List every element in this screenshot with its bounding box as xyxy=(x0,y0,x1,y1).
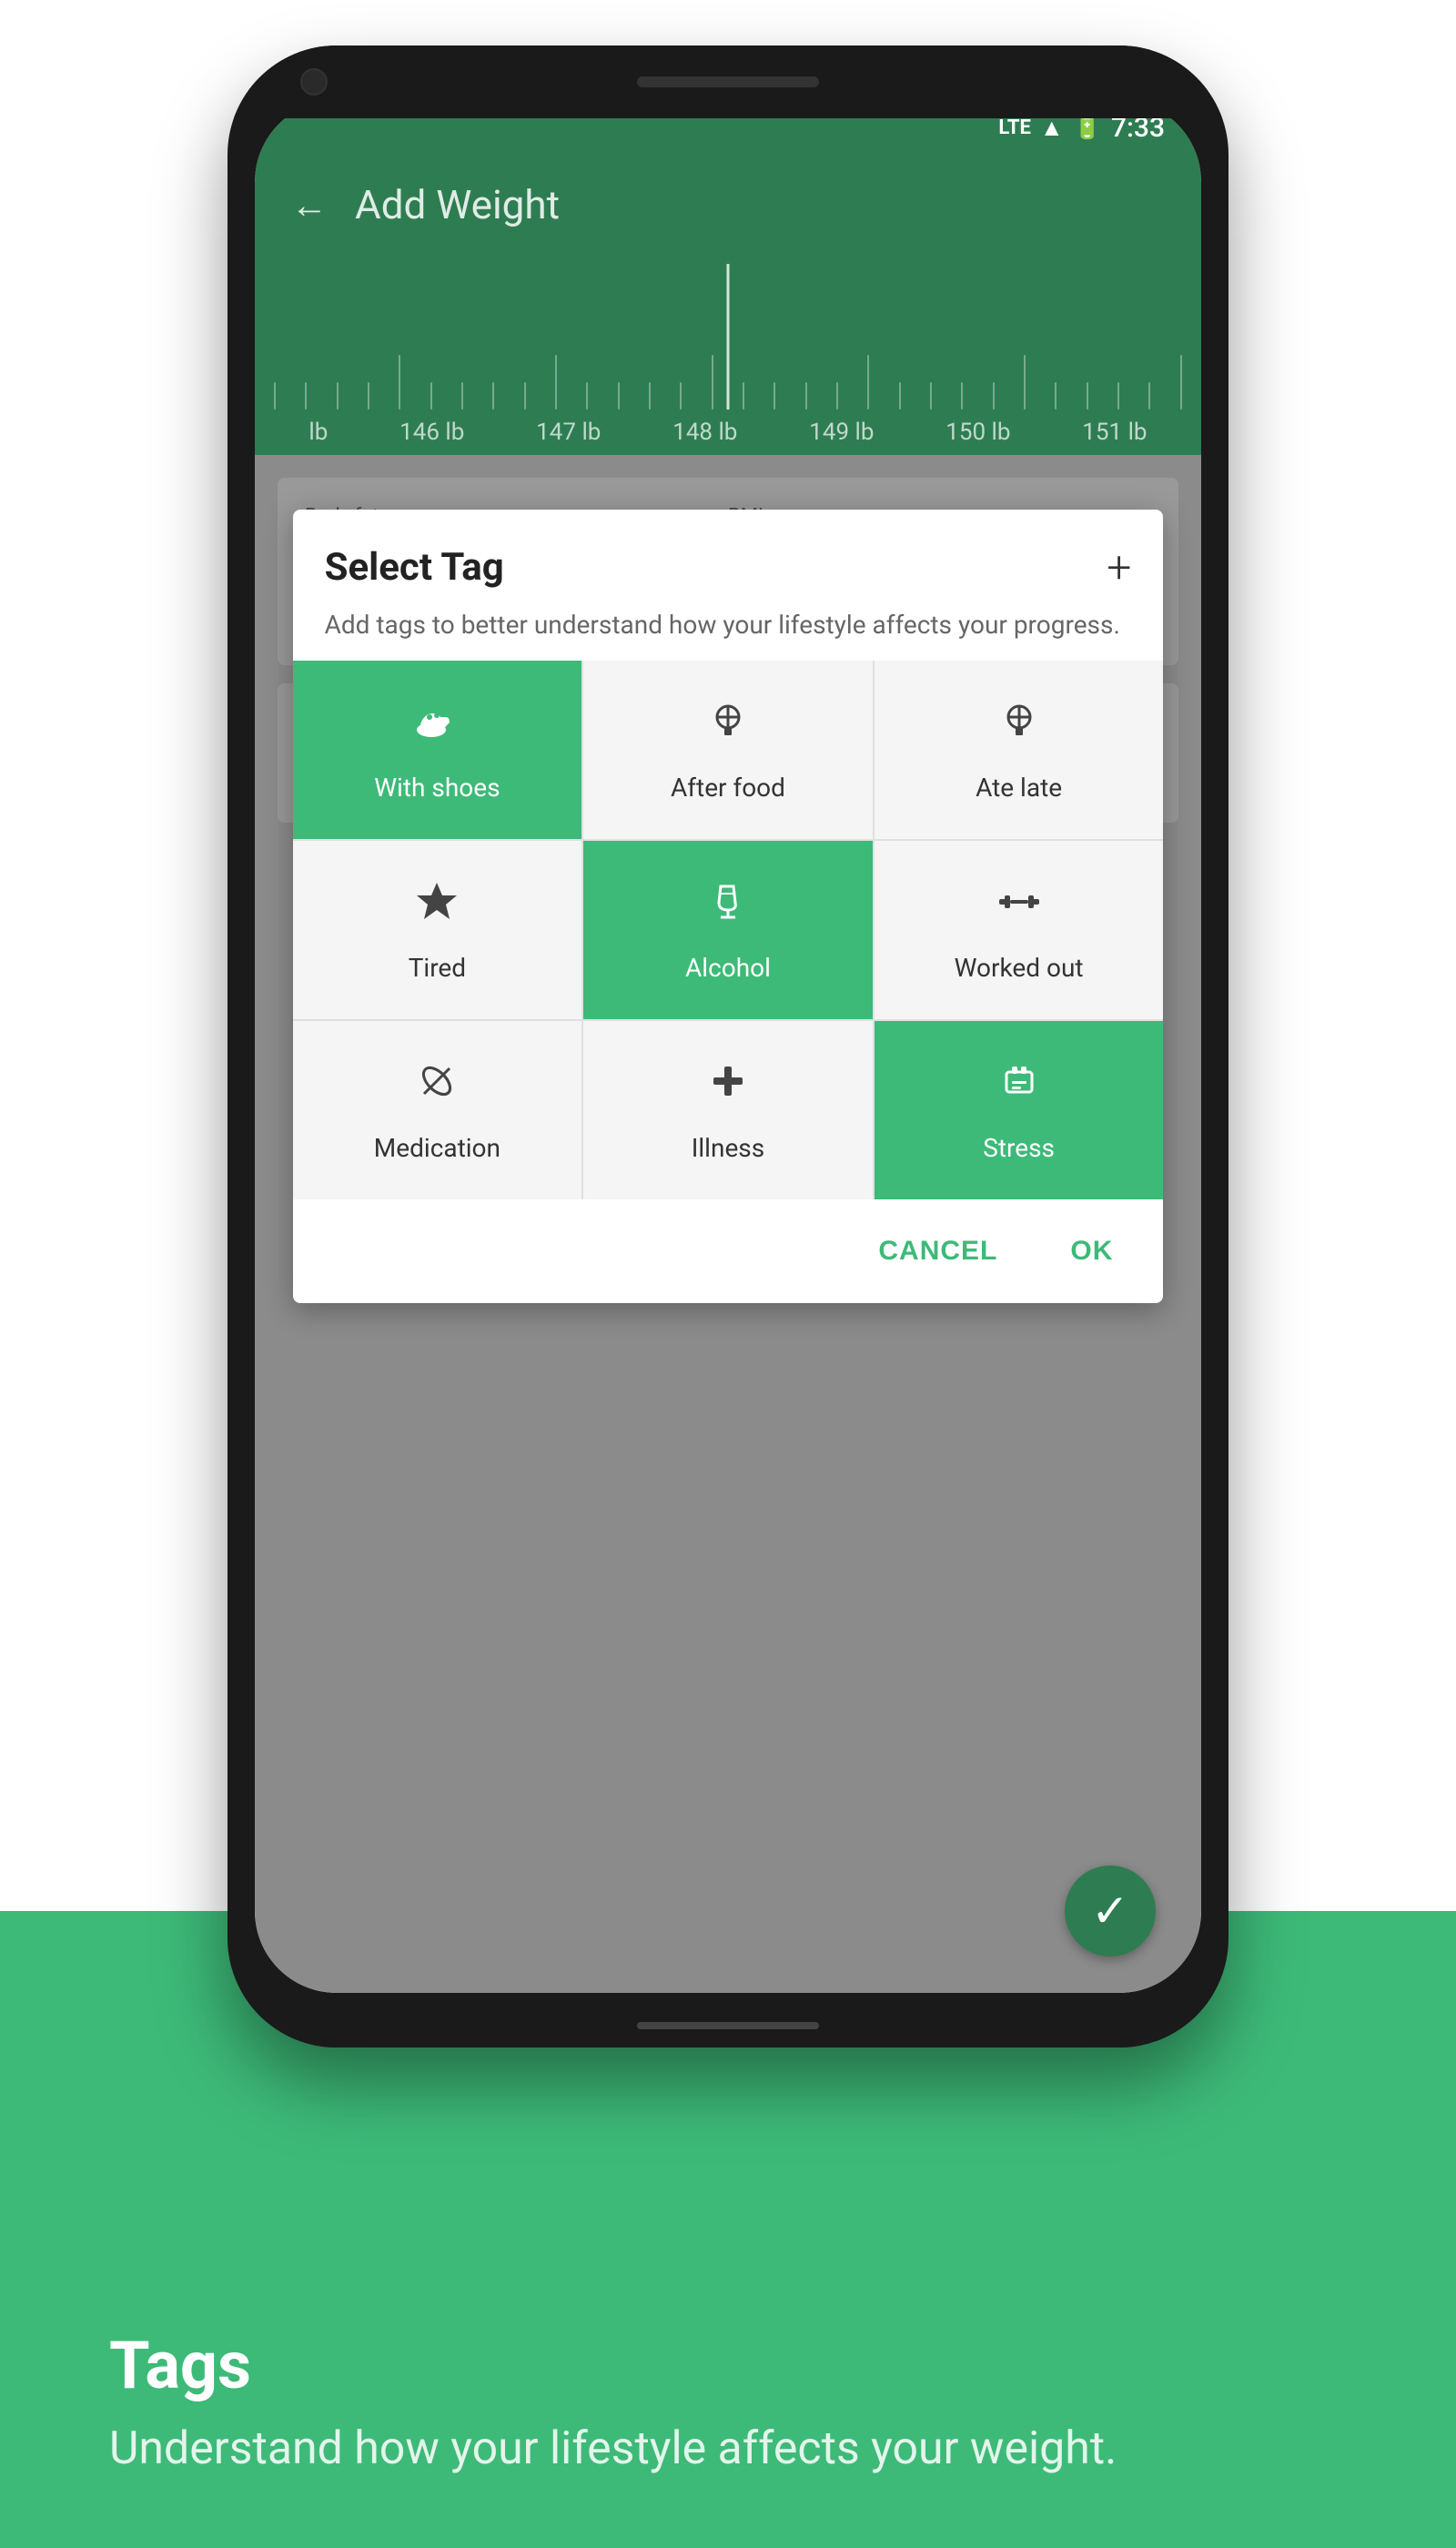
ruler-lines xyxy=(255,264,1201,410)
dialog-title-row: Select Tag + xyxy=(325,541,1132,593)
medication-icon xyxy=(413,1057,460,1117)
phone-container: LTE ▲ 🔋 7:33 ← Add Weight xyxy=(228,46,1228,2048)
phone-screen: LTE ▲ 🔋 7:33 ← Add Weight xyxy=(255,100,1201,1993)
illness-icon xyxy=(704,1057,752,1117)
bottom-text-container: Tags Understand how your lifestyle affec… xyxy=(109,2327,1117,2475)
ruler-tick xyxy=(461,382,463,410)
worked-out-icon xyxy=(996,877,1043,936)
bottom-section-title: Tags xyxy=(109,2327,1117,2404)
ruler-tick xyxy=(774,382,775,410)
tired-icon xyxy=(413,877,460,936)
phone-top-bar xyxy=(228,46,1228,118)
phone-body: LTE ▲ 🔋 7:33 ← Add Weight xyxy=(228,46,1228,2048)
weight-ruler-area[interactable]: lb 146 lb 147 lb 148 lb 149 lb 150 lb 15… xyxy=(255,255,1201,455)
ruler-tick xyxy=(649,382,651,410)
ruler-tick xyxy=(1180,355,1182,410)
ruler-tick xyxy=(1024,355,1026,410)
ruler-label-4: 149 lb xyxy=(809,419,874,446)
tag-ate-late[interactable]: Ate late xyxy=(875,661,1164,839)
ruler-tick xyxy=(805,382,807,410)
phone-speaker xyxy=(637,76,819,87)
ruler-tick xyxy=(1148,382,1150,410)
ruler-tick xyxy=(1087,382,1088,410)
tag-tired[interactable]: Tired xyxy=(293,841,582,1019)
ruler-tick xyxy=(524,382,526,410)
fab-check-icon: ✓ xyxy=(1091,1885,1129,1938)
dialog-title: Select Tag xyxy=(325,545,504,590)
tag-stress-label: Stress xyxy=(983,1133,1055,1163)
shoes-icon xyxy=(413,697,460,756)
tag-illness-label: Illness xyxy=(692,1133,764,1163)
ruler-label-2: 147 lb xyxy=(536,419,601,446)
back-button[interactable]: ← xyxy=(291,184,328,227)
dialog-overlay: Select Tag + Add tags to better understa… xyxy=(255,455,1201,1993)
tag-after-food-label: After food xyxy=(671,773,785,803)
add-tag-button[interactable]: + xyxy=(1107,541,1131,593)
ruler-tick xyxy=(368,382,369,410)
tag-alcohol[interactable]: Alcohol xyxy=(583,841,873,1019)
tag-worked-out-label: Worked out xyxy=(955,953,1084,983)
page-title: Add Weight xyxy=(355,181,560,228)
ruler-label-5: 150 lb xyxy=(945,419,1010,446)
tag-medication-label: Medication xyxy=(374,1133,500,1163)
ruler-tick xyxy=(961,382,963,410)
tag-tired-label: Tired xyxy=(409,953,466,983)
ruler-tick xyxy=(1117,382,1119,410)
after-food-icon xyxy=(704,697,752,756)
ruler-labels: lb 146 lb 147 lb 148 lb 149 lb 150 lb 15… xyxy=(255,419,1201,446)
cancel-button[interactable]: CANCEL xyxy=(860,1227,1016,1276)
ruler-tick xyxy=(492,382,494,410)
page-wrapper: Tags Understand how your lifestyle affec… xyxy=(0,0,1456,2548)
tag-ate-late-label: Ate late xyxy=(976,773,1062,803)
select-tag-dialog: Select Tag + Add tags to better understa… xyxy=(293,510,1164,1303)
ruler-tick xyxy=(430,382,432,410)
phone-camera xyxy=(300,68,328,96)
phone-bottom-bar xyxy=(228,1993,1228,2048)
ruler-tick xyxy=(836,382,838,410)
tag-with-shoes[interactable]: With shoes xyxy=(293,661,582,839)
tag-worked-out[interactable]: Worked out xyxy=(875,841,1164,1019)
tag-medication[interactable]: Medication xyxy=(293,1021,582,1199)
ruler-tick xyxy=(680,382,682,410)
ruler-tick xyxy=(743,382,744,410)
ruler-tick xyxy=(555,355,557,410)
ok-button[interactable]: OK xyxy=(1052,1227,1131,1276)
ruler-label-0: lb xyxy=(308,419,328,446)
tag-grid: With shoes xyxy=(293,661,1164,1199)
ruler-label-3: 148 lb xyxy=(672,419,737,446)
dialog-header: Select Tag + Add tags to better understa… xyxy=(293,510,1164,661)
ruler-tick xyxy=(993,382,995,410)
ruler-tick xyxy=(867,355,869,410)
ruler-tick xyxy=(274,382,276,410)
ruler-tick xyxy=(399,355,400,410)
ruler-tick xyxy=(618,382,620,410)
bottom-section-subtitle: Understand how your lifestyle affects yo… xyxy=(109,2422,1117,2475)
ruler-tick xyxy=(712,355,713,410)
lte-icon: LTE xyxy=(998,116,1030,139)
ruler-tick xyxy=(899,382,901,410)
home-indicator[interactable] xyxy=(637,2022,819,2029)
screen-body: Body fat 2 BMI 2 xyxy=(255,455,1201,1993)
tag-illness[interactable]: Illness xyxy=(583,1021,873,1199)
alcohol-icon xyxy=(704,877,752,936)
ruler-tick xyxy=(337,382,339,410)
ruler-tick xyxy=(1055,382,1057,410)
tag-with-shoes-label: With shoes xyxy=(374,773,500,803)
ruler-tick xyxy=(586,382,588,410)
ruler-tick xyxy=(305,382,307,410)
ruler-label-6: 151 lb xyxy=(1082,419,1147,446)
app-header: ← Add Weight xyxy=(255,155,1201,255)
ate-late-icon xyxy=(996,697,1043,756)
ruler-tick xyxy=(930,382,932,410)
fab-button[interactable]: ✓ xyxy=(1065,1866,1156,1956)
dialog-buttons: CANCEL OK xyxy=(293,1199,1164,1303)
tag-stress[interactable]: Stress xyxy=(875,1021,1164,1199)
tag-after-food[interactable]: After food xyxy=(583,661,873,839)
dialog-description: Add tags to better understand how your l… xyxy=(325,607,1132,642)
screen-content: LTE ▲ 🔋 7:33 ← Add Weight xyxy=(255,100,1201,1993)
ruler-label-1: 146 lb xyxy=(399,419,464,446)
tag-alcohol-label: Alcohol xyxy=(685,953,771,983)
stress-icon xyxy=(996,1057,1043,1117)
